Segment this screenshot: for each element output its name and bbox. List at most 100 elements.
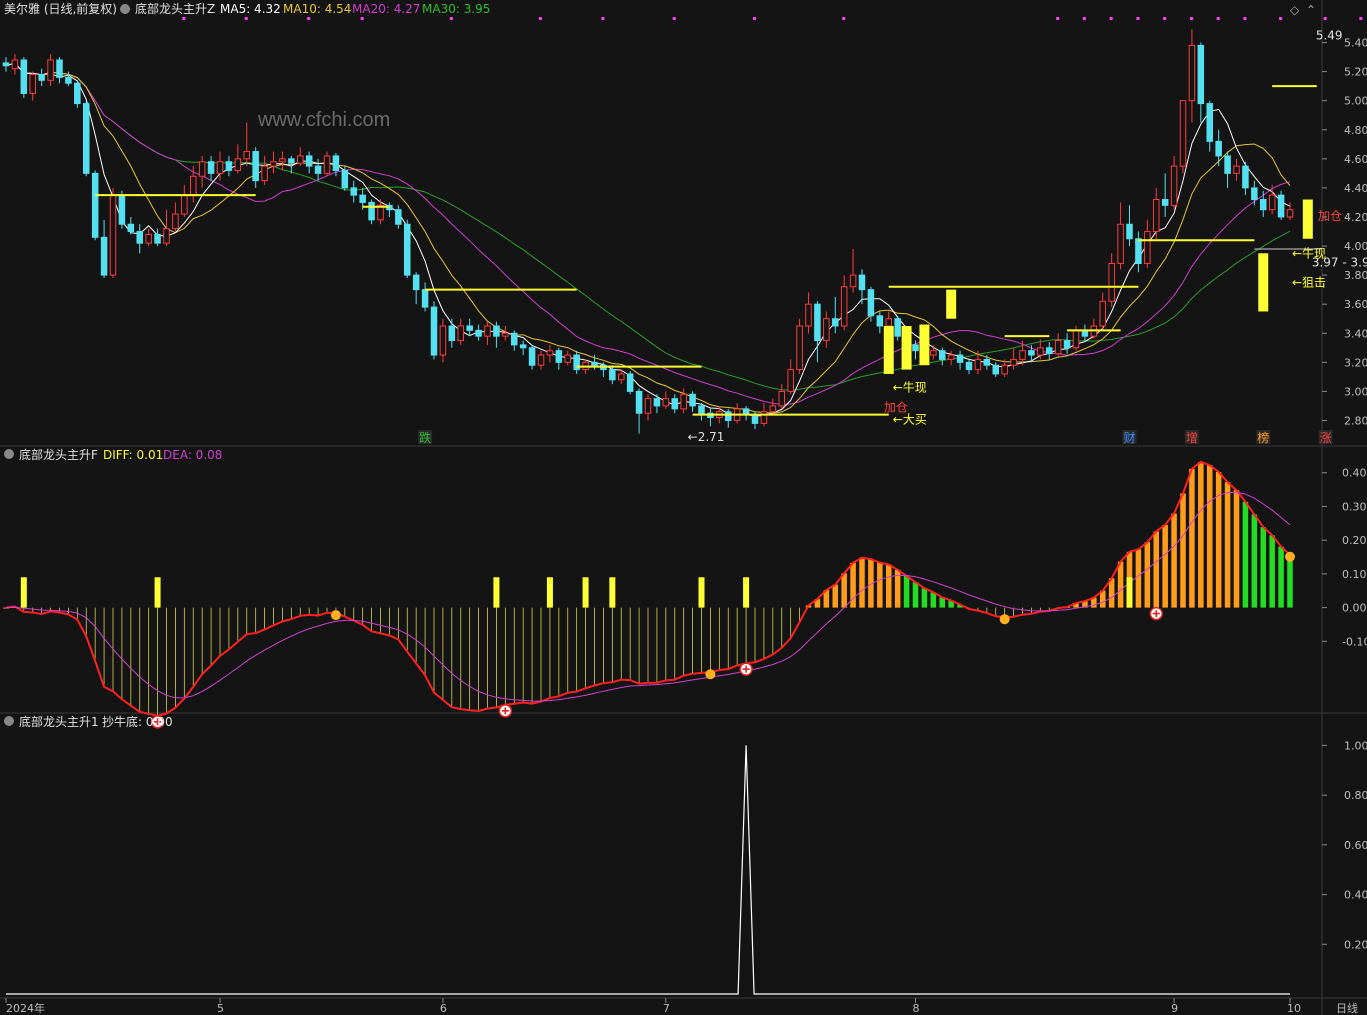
x-tick-label: 8 [913,1002,920,1015]
macd-pos-bar [1260,527,1267,608]
candle-body [831,318,839,327]
toggle-icon[interactable] [4,449,14,459]
price-tick-label: 4.60 [1344,153,1367,166]
macd-pos-bar [1198,461,1204,608]
candle-body [1019,350,1026,360]
candle-body [109,194,117,276]
candle-body [29,74,37,94]
signal-dot-icon [705,669,716,680]
top-marker [1136,17,1140,20]
candle-body [849,274,857,288]
watermark: www.cfchi.com [257,109,390,131]
top-marker [1056,17,1060,20]
macd-pos-bar [1135,549,1142,608]
candle-body [930,350,937,356]
candle-body [65,76,72,84]
sub-tick-label: 0.40 [1344,889,1367,902]
x-tick-label: 7 [663,1002,670,1015]
candle-body [1072,329,1080,349]
candle-body [983,358,991,366]
candle-body [1286,209,1294,218]
top-marker [842,17,846,20]
macd-pos-bar [1117,561,1124,608]
x-tick-label: 2024年 [6,1001,45,1015]
candle-body [1099,300,1107,327]
candle-body [1028,350,1035,356]
macd-pos-bar [885,564,892,608]
signal-label: ←大买 [893,412,927,426]
candle-body [1215,140,1222,157]
chart-background [0,0,1367,1015]
macd-pos-bar [1242,501,1249,608]
price-tick-label: 3.60 [1344,298,1367,311]
macd-pos-bar [1224,482,1231,608]
candle-body [100,236,108,276]
ma5-label: MA5: 4.32 [220,2,281,16]
macd-pos-bar [1287,554,1293,608]
signal-spike [1126,577,1133,608]
top-marker [1216,17,1220,20]
candle-body [136,231,144,244]
candle-body [466,325,473,331]
macd-pos-bar [1171,513,1177,608]
macd-pos-bar [859,557,865,608]
candle-body [1063,340,1071,349]
candle-body [296,155,304,164]
signal-block [919,324,930,366]
event-label: 财 [1124,431,1136,445]
candle-body [591,361,598,366]
candle-body [421,289,429,308]
signal-label: ←牛现 [1292,246,1326,261]
candle-body [91,172,99,238]
candle-body [1001,364,1008,375]
candle-body [1206,103,1214,142]
stock-chart[interactable]: 5.49←2.713.97 - 3.98←牛现加仓←大买加仓←牛现←狙击跌财增榜… [0,0,1367,1015]
candle-body [885,318,893,327]
candle-body [876,315,884,327]
candle-body [858,274,866,291]
candle-body [1144,231,1151,264]
macd-tick-label: 0.10 [1342,568,1367,581]
sub-value-label: 抄牛底: 0.00 [102,714,173,729]
event-label: 榜 [1257,430,1269,445]
candle-body [528,347,536,366]
candle-body [1054,340,1062,355]
candle-body [1135,238,1142,264]
candle-body [1108,262,1115,302]
signal-dot-icon [999,614,1010,625]
candle-body [947,354,955,360]
price-tick-label: 4.20 [1344,211,1367,224]
candle-body [252,151,259,182]
candle-body [1277,194,1285,218]
ma10-label: MA10: 4.54 [283,2,351,16]
macd-pos-bar [1269,535,1275,608]
candle-body [1037,347,1044,356]
toggle-icon[interactable] [120,4,130,14]
candle-body [207,161,215,174]
candle-body [216,161,224,174]
x-tick-label: 9 [1171,1002,1178,1015]
candle-body [769,405,777,413]
candle-body [448,325,456,342]
macd-tick-label: 0.30 [1342,500,1367,513]
signal-label: ←狙击 [1292,276,1326,290]
top-marker [182,17,186,20]
diamond-icon[interactable]: ◇ [1290,3,1300,17]
event-label: 跌 [419,430,431,445]
candle-body [1268,194,1276,211]
macd-pos-bar [1206,465,1213,608]
price-tick-label: 5.20 [1344,66,1367,79]
candle-body [965,361,973,371]
candle-body [118,194,126,225]
ma20-label: MA20: 4.27 [352,2,420,16]
candle-body [814,303,821,342]
up-arrow-icon[interactable]: ⌃ [1306,3,1316,17]
macd-pos-bar [1215,472,1222,608]
candle-body [1251,187,1258,201]
candle-body [992,364,1000,375]
candle-body [635,390,643,414]
toggle-icon[interactable] [4,716,14,726]
candle-body [430,306,438,356]
signal-label: 加仓 [1318,209,1342,223]
candle-body [894,318,901,337]
